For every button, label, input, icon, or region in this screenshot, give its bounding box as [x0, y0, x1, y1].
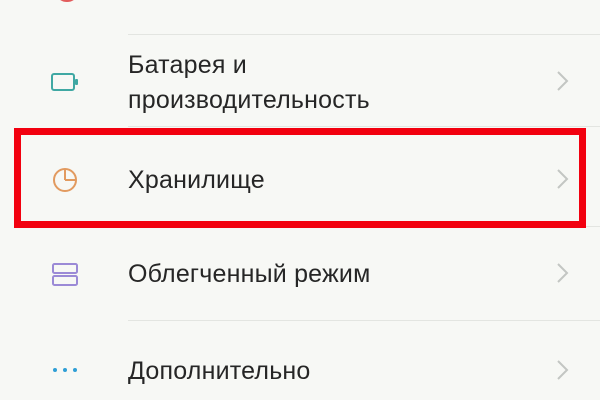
divider	[128, 126, 600, 127]
chevron-right-icon	[557, 169, 569, 189]
settings-screen: Батарея и производительность Хранилище О…	[0, 0, 600, 400]
settings-item-battery[interactable]: Батарея и производительность	[0, 40, 600, 126]
settings-item-more[interactable]: Дополнительно	[0, 324, 600, 400]
chevron-right-icon	[557, 71, 569, 91]
settings-item-label: Облегченный режим	[128, 260, 371, 288]
partial-icon-above	[58, 0, 76, 2]
dots-icon	[48, 353, 82, 387]
settings-item-label: Батарея и	[128, 51, 247, 79]
divider	[128, 34, 600, 35]
settings-item-label: Хранилище	[128, 166, 265, 194]
pie-chart-icon	[48, 163, 82, 197]
settings-item-storage[interactable]: Хранилище	[0, 136, 600, 222]
chevron-right-icon	[557, 263, 569, 283]
chevron-right-icon	[557, 360, 569, 380]
settings-item-label-line2: производительность	[128, 86, 370, 114]
divider	[128, 226, 600, 227]
settings-item-lite-mode[interactable]: Облегченный режим	[0, 230, 600, 318]
settings-item-label: Дополнительно	[128, 357, 311, 385]
divider	[128, 320, 600, 321]
battery-icon	[48, 65, 82, 99]
stacked-rectangles-icon	[48, 257, 82, 291]
